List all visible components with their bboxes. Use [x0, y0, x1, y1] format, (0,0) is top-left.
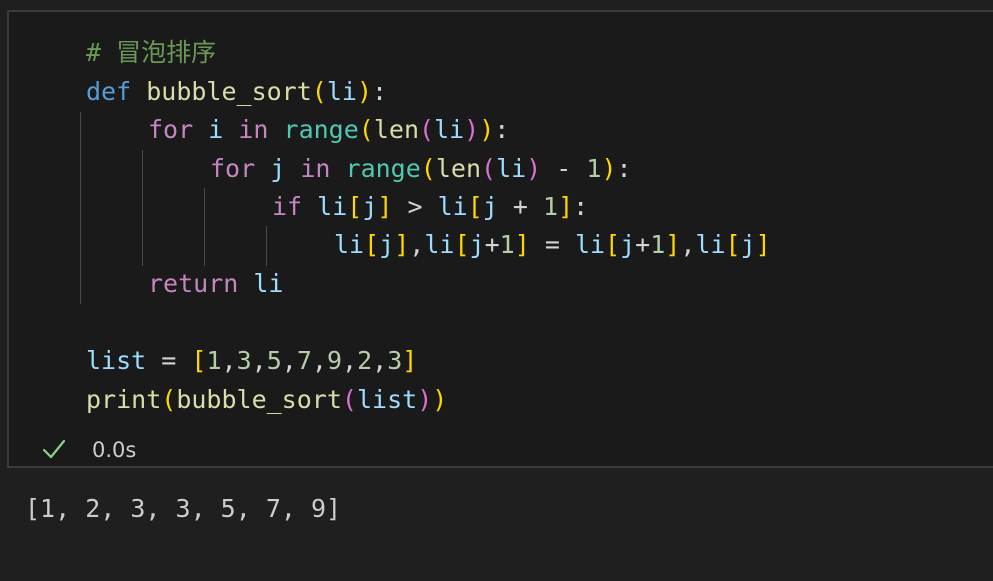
indent-guide — [80, 112, 81, 304]
token-variable: j — [469, 230, 485, 259]
cell-output: [1, 2, 3, 3, 5, 7, 9] — [25, 494, 342, 523]
token-variable: j — [620, 230, 636, 259]
token-number: 1 — [650, 230, 666, 259]
token-variable: li — [334, 230, 365, 259]
token-variable: li — [424, 230, 455, 259]
code-line-1: # 冒泡排序 — [86, 34, 216, 72]
token-variable: li — [317, 192, 348, 221]
indent-guide — [142, 150, 143, 266]
token-variable: j — [740, 230, 756, 259]
code-line-7: return li — [148, 265, 283, 303]
token-number: 7 — [296, 346, 312, 375]
token-keyword: in — [238, 115, 269, 144]
code-line-5: if li[j] > li[j + 1]: — [272, 192, 589, 221]
code-line-10: print(bubble_sort(list)) — [86, 385, 448, 414]
indent-guide — [204, 188, 205, 266]
token-variable: li — [496, 154, 527, 183]
token-function-name: bubble_sort — [146, 77, 312, 106]
token-variable: j — [379, 230, 395, 259]
notebook-cell[interactable]: # 冒泡排序 def bubble_sort(li): for i in ran… — [7, 10, 993, 468]
token-number: 2 — [357, 346, 373, 375]
token-variable: i — [208, 115, 224, 144]
token-function-name: bubble_sort — [176, 385, 342, 414]
token-variable: li — [574, 230, 606, 259]
code-line-6: li[j],li[j+1] = li[j+1],li[j] — [334, 230, 771, 259]
cell-status-bar: 0.0s — [9, 432, 993, 468]
token-keyword: in — [300, 154, 331, 183]
code-editor[interactable]: # 冒泡排序 def bubble_sort(li): for i in ran… — [9, 12, 993, 432]
token-number: 5 — [266, 346, 282, 375]
token-builtin: range — [345, 154, 421, 183]
execution-time: 0.0s — [92, 438, 137, 462]
token-builtin: len — [373, 115, 419, 144]
token-builtin: range — [283, 115, 359, 144]
check-icon — [42, 439, 66, 459]
code-line-4: for j in range(len(li) - 1): — [210, 154, 632, 183]
token-builtin: print — [86, 385, 162, 414]
token-builtin: len — [435, 154, 481, 183]
token-variable: li — [253, 269, 284, 298]
token-number: 1 — [543, 192, 559, 221]
token-number: 1 — [206, 346, 222, 375]
token-variable: li — [434, 115, 465, 144]
token-variable: li — [437, 192, 468, 221]
token-variable: li — [695, 230, 726, 259]
token-number: 1 — [586, 154, 602, 183]
token-number: 3 — [236, 346, 252, 375]
token-variable: list — [86, 346, 147, 375]
code-line-2: def bubble_sort(li): — [86, 77, 388, 106]
indent-guide — [266, 226, 267, 266]
token-keyword: return — [148, 269, 239, 298]
token-variable: j — [362, 192, 378, 221]
token-param: li — [326, 77, 357, 106]
token-keyword: def — [86, 77, 132, 106]
code-line-9: list = [1,3,5,7,9,2,3] — [86, 346, 418, 375]
token-number: 3 — [387, 346, 403, 375]
code-comment: # 冒泡排序 — [86, 38, 217, 67]
token-keyword: for — [210, 154, 256, 183]
token-number: 1 — [499, 230, 515, 259]
token-variable: j — [482, 192, 498, 221]
code-line-3: for i in range(len(li)): — [148, 115, 510, 144]
token-variable: j — [270, 154, 286, 183]
token-variable: list — [356, 385, 418, 414]
token-number: 9 — [326, 346, 342, 375]
token-keyword: for — [148, 115, 194, 144]
token-keyword: if — [272, 192, 303, 221]
